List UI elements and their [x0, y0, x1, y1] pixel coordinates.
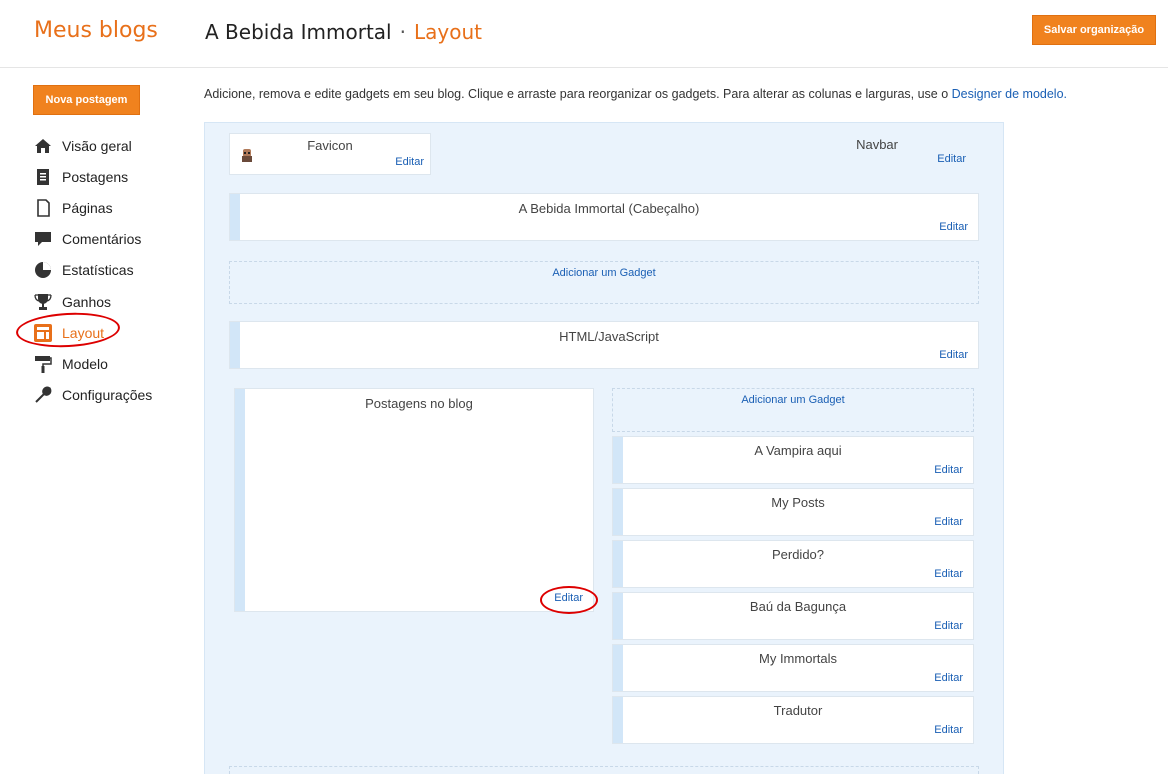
gadget-title: HTML/JavaScript — [559, 329, 659, 344]
gadget-blog-posts[interactable]: Postagens no blog Editar — [234, 388, 594, 612]
add-gadget-header-area[interactable]: Adicionar um Gadget — [229, 261, 979, 304]
my-blogs-link[interactable]: Meus blogs — [34, 18, 158, 43]
add-gadget-sidebar-area[interactable]: Adicionar um Gadget — [612, 388, 974, 432]
gadget-title: A Bebida Immortal (Cabeçalho) — [518, 201, 700, 216]
drag-handle[interactable] — [613, 593, 623, 639]
breadcrumb: A Bebida Immortal · Layout — [205, 20, 482, 44]
drag-handle[interactable] — [613, 541, 623, 587]
edit-link[interactable]: Editar — [934, 516, 963, 528]
gadget-sidebar[interactable]: Tradutor Editar — [612, 696, 974, 744]
favicon-image — [240, 148, 254, 164]
sidebar-item-label: Comentários — [62, 231, 142, 248]
gadget-sidebar[interactable]: Perdido? Editar — [612, 540, 974, 588]
wrench-icon — [34, 386, 52, 404]
trophy-icon — [34, 293, 52, 311]
gadget-favicon[interactable]: Favicon Editar — [229, 133, 431, 175]
pages-icon — [34, 199, 52, 217]
gadget-title: Tradutor — [773, 703, 823, 718]
edit-link[interactable]: Editar — [937, 153, 966, 165]
edit-link[interactable]: Editar — [934, 724, 963, 736]
template-designer-link[interactable]: Designer de modelo. — [952, 87, 1067, 101]
page-title: Layout — [413, 20, 482, 44]
gadget-title: A Vampira aqui — [754, 443, 842, 458]
gadget-navbar[interactable]: Navbar Editar — [440, 133, 978, 175]
add-gadget-link[interactable]: Adicionar um Gadget — [741, 394, 844, 406]
edit-link[interactable]: Editar — [395, 156, 424, 168]
gadget-sidebar[interactable]: A Vampira aqui Editar — [612, 436, 974, 484]
drag-handle[interactable] — [230, 194, 240, 240]
gadget-title: Postagens no blog — [365, 396, 473, 411]
sidebar-item-settings[interactable]: Configurações — [34, 380, 152, 411]
sidebar-item-overview[interactable]: Visão geral — [34, 130, 152, 161]
sidebar-item-pages[interactable]: Páginas — [34, 192, 152, 223]
gadget-title: My Posts — [771, 495, 825, 510]
gadget-title: Baú da Bagunça — [749, 599, 847, 614]
top-header: Meus blogs A Bebida Immortal · Layout Salv… — [0, 0, 1168, 68]
sidebar-item-label: Configurações — [62, 387, 153, 404]
instructions-text: Adicione, remova e edite gadgets em seu … — [204, 87, 1068, 101]
edit-link[interactable]: Editar — [939, 221, 968, 233]
gadget-header[interactable]: A Bebida Immortal (Cabeçalho) Editar — [229, 193, 979, 241]
gadget-sidebar[interactable]: My Posts Editar — [612, 488, 974, 536]
edit-link[interactable]: Editar — [934, 568, 963, 580]
sidebar-item-label: Páginas — [62, 199, 113, 216]
sidebar-item-label: Estatísticas — [62, 262, 134, 279]
sidebar-item-label: Ganhos — [62, 293, 112, 310]
gadget-title: Perdido? — [771, 547, 825, 562]
breadcrumb-separator: · — [399, 20, 406, 44]
drag-handle[interactable] — [613, 489, 623, 535]
gadget-title: Favicon — [307, 138, 353, 153]
edit-link[interactable]: Editar — [934, 464, 963, 476]
add-gadget-footer-area[interactable] — [229, 766, 979, 774]
new-post-button[interactable]: Nova postagem — [33, 85, 140, 115]
add-gadget-link[interactable]: Adicionar um Gadget — [552, 267, 655, 279]
drag-handle[interactable] — [613, 437, 623, 483]
sidebar-item-label: Visão geral — [62, 137, 132, 154]
drag-handle[interactable] — [613, 645, 623, 691]
edit-link[interactable]: Editar — [934, 620, 963, 632]
sidebar-item-posts[interactable]: Postagens — [34, 161, 152, 192]
save-arrangement-button[interactable]: Salvar organização — [1032, 15, 1156, 45]
pie-chart-icon — [34, 261, 52, 279]
blog-title[interactable]: A Bebida Immortal — [205, 20, 392, 44]
gadget-sidebar[interactable]: My Immortals Editar — [612, 644, 974, 692]
sidebar-item-template[interactable]: Modelo — [34, 348, 152, 379]
sidebar-nav: Visão geral Postagens Páginas Comentário… — [34, 130, 152, 411]
gadget-title: My Immortals — [759, 651, 837, 666]
drag-handle[interactable] — [230, 322, 240, 368]
posts-icon — [34, 168, 52, 186]
drag-handle[interactable] — [235, 389, 245, 611]
sidebar-item-earnings[interactable]: Ganhos — [34, 286, 152, 317]
gadget-html-javascript[interactable]: HTML/JavaScript Editar — [229, 321, 979, 369]
comment-icon — [34, 230, 52, 248]
sidebar-item-stats[interactable]: Estatísticas — [34, 255, 152, 286]
sidebar-item-label: Postagens — [62, 168, 129, 185]
drag-handle[interactable] — [613, 697, 623, 743]
edit-link[interactable]: Editar — [934, 672, 963, 684]
edit-link[interactable]: Editar — [939, 349, 968, 361]
home-icon — [34, 137, 52, 155]
sidebar-item-comments[interactable]: Comentários — [34, 224, 152, 255]
annotation-circle-edit — [540, 586, 598, 614]
paint-roller-icon — [34, 355, 52, 373]
gadget-sidebar[interactable]: Baú da Bagunça Editar — [612, 592, 974, 640]
gadget-title: Navbar — [856, 137, 898, 152]
sidebar-item-label: Modelo — [62, 355, 108, 372]
